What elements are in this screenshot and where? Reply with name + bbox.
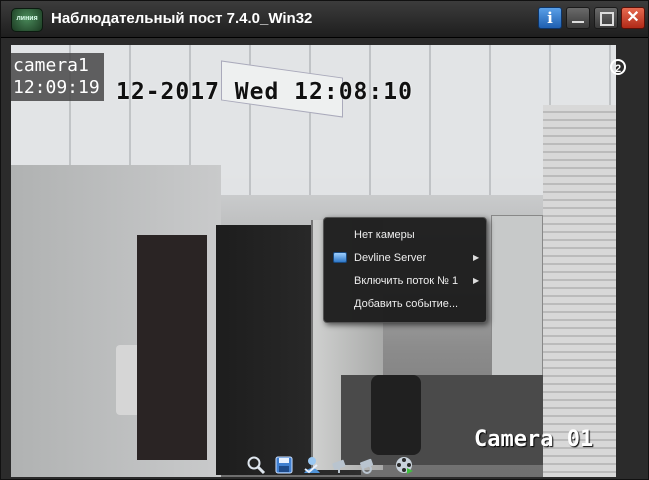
- close-button[interactable]: ✕: [621, 7, 645, 29]
- scene-pillar: [543, 105, 616, 477]
- stream-number-icon[interactable]: 2: [610, 59, 626, 75]
- camera-view[interactable]: 12-2017 Wed 12:08:10 camera1 12:09:19 Ca…: [11, 45, 616, 477]
- submenu-arrow-icon: ▶: [473, 276, 480, 285]
- menu-item-label: Нет камеры: [354, 229, 415, 241]
- user-icon[interactable]: [302, 455, 322, 475]
- maximize-button[interactable]: [594, 7, 618, 29]
- scene-door: [137, 235, 207, 460]
- video-toolbar: [246, 453, 421, 477]
- menu-item-enable-stream[interactable]: Включить поток № 1 ▶: [324, 270, 486, 292]
- app-logo-text: линия: [16, 15, 38, 22]
- osd-camera-label: Camera 01: [474, 427, 594, 452]
- submenu-arrow-icon: ▶: [473, 253, 480, 262]
- camera-icon[interactable]: [358, 455, 378, 475]
- menu-item-label: Devline Server: [354, 252, 427, 264]
- info-button[interactable]: i: [538, 7, 562, 29]
- context-menu: Нет камеры Devline Server ▶ Включить пот…: [323, 217, 487, 323]
- zoom-icon[interactable]: [246, 455, 266, 475]
- server-icon: [333, 252, 347, 263]
- window-title: Наблюдательный пост 7.4.0_Win32: [51, 10, 313, 27]
- menu-item-label: Добавить событие...: [354, 298, 459, 310]
- camera-time: 12:09:19: [13, 77, 100, 98]
- app-logo-icon: линия: [11, 8, 43, 32]
- camera-name: camera1: [13, 55, 89, 76]
- save-icon[interactable]: [274, 455, 294, 475]
- title-bar[interactable]: линия Наблюдательный пост 7.4.0_Win32 i …: [1, 1, 648, 38]
- camera-icon[interactable]: [330, 455, 350, 475]
- minimize-button[interactable]: [566, 7, 590, 29]
- menu-item-add-event[interactable]: Добавить событие...: [324, 293, 486, 315]
- scene-chair: [371, 375, 421, 455]
- app-window: линия Наблюдательный пост 7.4.0_Win32 i …: [0, 0, 649, 480]
- osd-datetime: 12-2017 Wed 12:08:10: [116, 79, 413, 105]
- menu-item-devline-server[interactable]: Devline Server ▶: [324, 247, 486, 269]
- menu-item-no-camera[interactable]: Нет камеры: [324, 224, 486, 246]
- camera-label: camera1 12:09:19: [11, 53, 104, 101]
- menu-item-label: Включить поток № 1: [354, 275, 459, 287]
- film-icon[interactable]: [394, 455, 414, 475]
